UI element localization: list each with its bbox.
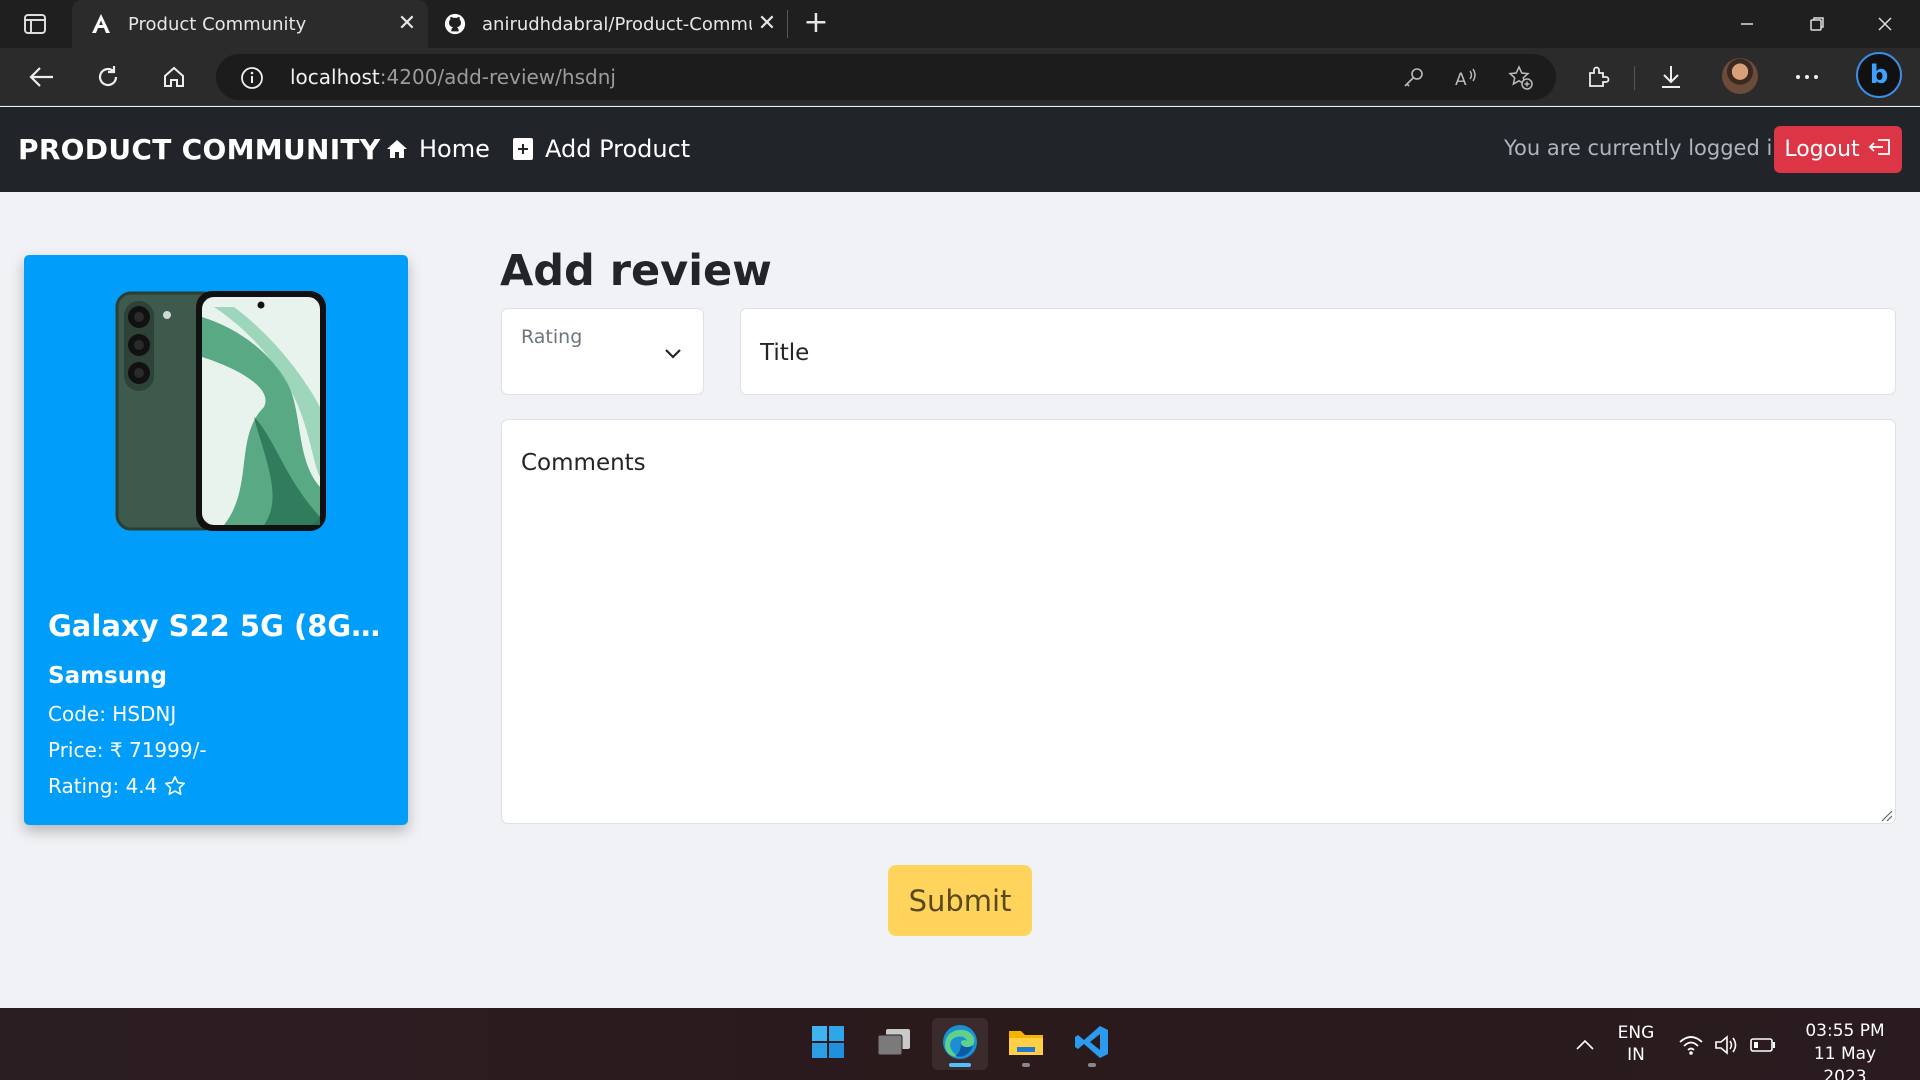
clock-date: 11 May 2023 [1813,1044,1877,1080]
back-icon[interactable] [24,60,60,94]
rating-select[interactable]: Rating [501,308,704,395]
logout-icon [1868,136,1892,164]
resize-grip-icon[interactable] [1879,807,1893,822]
product-code: Code: HSDNJ [48,702,177,726]
logout-label: Logout [1784,137,1860,162]
title-input[interactable]: Title [740,308,1896,395]
clock-time: 03:55 PM [1805,1021,1885,1041]
new-tab-icon[interactable]: + [800,8,832,39]
brand-title[interactable]: PRODUCT COMMUNITY [18,133,380,166]
clock[interactable]: 03:55 PM 11 May 2023 [1790,1020,1900,1080]
downloads-icon[interactable] [1654,60,1688,94]
comments-textarea[interactable]: Comments [501,419,1896,824]
vscode-taskbar-button[interactable] [1064,1018,1120,1070]
task-view-button[interactable] [866,1018,922,1070]
file-explorer-taskbar-button[interactable] [998,1018,1054,1070]
close-tab-icon[interactable]: ✕ [756,13,778,35]
folder-icon [1007,1025,1045,1063]
running-app-indicator [1022,1063,1030,1067]
active-app-indicator [949,1063,971,1067]
restore-icon[interactable] [1794,6,1840,42]
show-hidden-icons-chevron-icon[interactable] [1572,1032,1598,1058]
refresh-icon[interactable] [90,60,126,94]
page-title: Add review [500,246,772,296]
close-tab-icon[interactable]: ✕ [396,13,418,35]
nav-add-product-link[interactable]: Add Product [511,135,690,163]
product-price: Price: ₹ 71999/- [48,738,207,762]
tab-github[interactable]: anirudhdabral/Product-Community ✕ [436,0,788,48]
svg-text:A: A [1455,70,1467,89]
tab-title: anirudhdabral/Product-Community [482,13,752,35]
minimize-icon[interactable] [1724,6,1770,42]
browser-toolbar: localhost:4200/add-review/hsdnj A [0,48,1920,106]
nav-add-product-label: Add Product [545,135,691,163]
nav-home-label: Home [419,135,490,163]
chevron-down-icon [663,343,683,363]
key-icon[interactable] [1400,65,1426,91]
tab-divider [787,10,788,38]
running-app-indicator [1088,1063,1096,1067]
rating-select-label: Rating [521,326,583,348]
language-code: ENG [1617,1023,1655,1043]
windows-taskbar: ENG IN 03:55 PM 11 May 2023 [0,1008,1920,1080]
url-text: localhost:4200/add-review/hsdnj [290,65,616,89]
logout-button[interactable]: Logout [1774,126,1902,173]
language-indicator[interactable]: ENG IN [1612,1022,1660,1066]
volume-icon[interactable] [1714,1032,1740,1058]
github-icon [444,13,466,35]
wifi-icon[interactable] [1678,1032,1704,1058]
battery-icon[interactable] [1750,1032,1776,1058]
close-window-icon[interactable] [1862,6,1908,42]
extensions-icon[interactable] [1580,60,1614,94]
tab-product-community[interactable]: Product Community ✕ [72,0,428,48]
angular-icon [90,13,112,35]
more-options-icon[interactable] [1790,60,1824,94]
title-input-placeholder: Title [760,340,810,366]
star-icon [164,775,186,797]
tab-title: Product Community [128,13,307,35]
browser-tab-bar: Product Community ✕ anirudhdabral/Produc… [0,0,1920,48]
windows-logo-icon [811,1025,845,1063]
product-brand: Samsung [48,663,167,689]
product-card[interactable]: Galaxy S22 5G (8GB R... Samsung Code: HS… [24,255,408,825]
site-info-icon[interactable] [240,66,264,90]
app-navbar: PRODUCT COMMUNITY Home Add Product You a… [0,107,1920,192]
plus-square-icon [511,137,535,161]
home-icon[interactable] [156,60,192,94]
profile-avatar[interactable] [1722,58,1758,94]
task-view-icon [876,1027,912,1061]
product-image [114,287,334,537]
toolbar-divider [1634,66,1635,90]
tab-actions-icon[interactable] [18,11,52,37]
edge-icon [941,1023,979,1065]
login-status-text: You are currently logged in. [1504,136,1793,160]
nav-home-link[interactable]: Home [385,135,490,163]
add-favorite-icon[interactable] [1508,65,1534,91]
bing-copilot-icon[interactable]: b [1856,52,1902,98]
edge-taskbar-button[interactable] [932,1018,988,1070]
region-code: IN [1627,1045,1645,1065]
product-rating-text: Rating: 4.4 [48,774,158,798]
vscode-icon [1074,1024,1110,1064]
product-name: Galaxy S22 5G (8GB R... [48,609,388,643]
submit-button[interactable]: Submit [888,865,1032,936]
house-icon [385,137,409,161]
start-button[interactable] [800,1018,856,1070]
product-rating: Rating: 4.4 [48,774,186,798]
address-bar[interactable]: localhost:4200/add-review/hsdnj A [216,54,1556,100]
comments-placeholder: Comments [521,450,646,476]
read-aloud-icon[interactable]: A [1454,65,1480,91]
